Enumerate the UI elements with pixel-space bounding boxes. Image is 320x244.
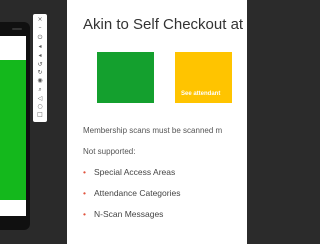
emulator-panel: × – ⏻ ◂ ◂ ↺ ↻ ◉ ⌕ ◁ ○ □: [0, 0, 67, 244]
phone-speaker: [12, 28, 22, 30]
bullet-dot-icon: •: [83, 167, 86, 177]
slide-title: Akin to Self Checkout at: [83, 16, 244, 33]
list-item: • Attendance Categories: [83, 188, 181, 198]
rotate-left-icon[interactable]: ↺: [33, 61, 47, 69]
volume-up-icon[interactable]: ◂: [33, 43, 47, 51]
yellow-status-swatch: See attendant: [175, 52, 232, 103]
minimize-icon[interactable]: –: [33, 24, 47, 32]
zoom-icon[interactable]: ⌕: [33, 86, 47, 94]
close-icon[interactable]: ×: [33, 16, 47, 24]
presentation-slide: Akin to Self Checkout at See attendant M…: [67, 0, 247, 244]
overview-icon[interactable]: □: [33, 111, 47, 119]
bullet-dot-icon: •: [83, 188, 86, 198]
volume-down-icon[interactable]: ◂: [33, 52, 47, 60]
not-supported-heading: Not supported:: [83, 147, 136, 156]
phone-status-green: [0, 60, 26, 200]
phone-app-bar: [0, 36, 26, 60]
power-icon[interactable]: ⏻: [33, 34, 47, 42]
green-status-swatch: [97, 52, 154, 103]
list-item: • Special Access Areas: [83, 167, 176, 177]
list-item: • N-Scan Messages: [83, 209, 164, 219]
membership-note: Membership scans must be scanned m: [83, 126, 223, 135]
emulator-toolbar: × – ⏻ ◂ ◂ ↺ ↻ ◉ ⌕ ◁ ○ □: [33, 14, 47, 122]
camera-icon[interactable]: ◉: [33, 77, 47, 85]
rotate-right-icon[interactable]: ↻: [33, 69, 47, 77]
bullet-dot-icon: •: [83, 209, 86, 219]
phone-device: [0, 22, 30, 230]
home-icon[interactable]: ○: [33, 103, 47, 111]
see-attendant-label: See attendant: [181, 91, 221, 97]
phone-screen[interactable]: [0, 36, 26, 216]
back-icon[interactable]: ◁: [33, 95, 47, 103]
